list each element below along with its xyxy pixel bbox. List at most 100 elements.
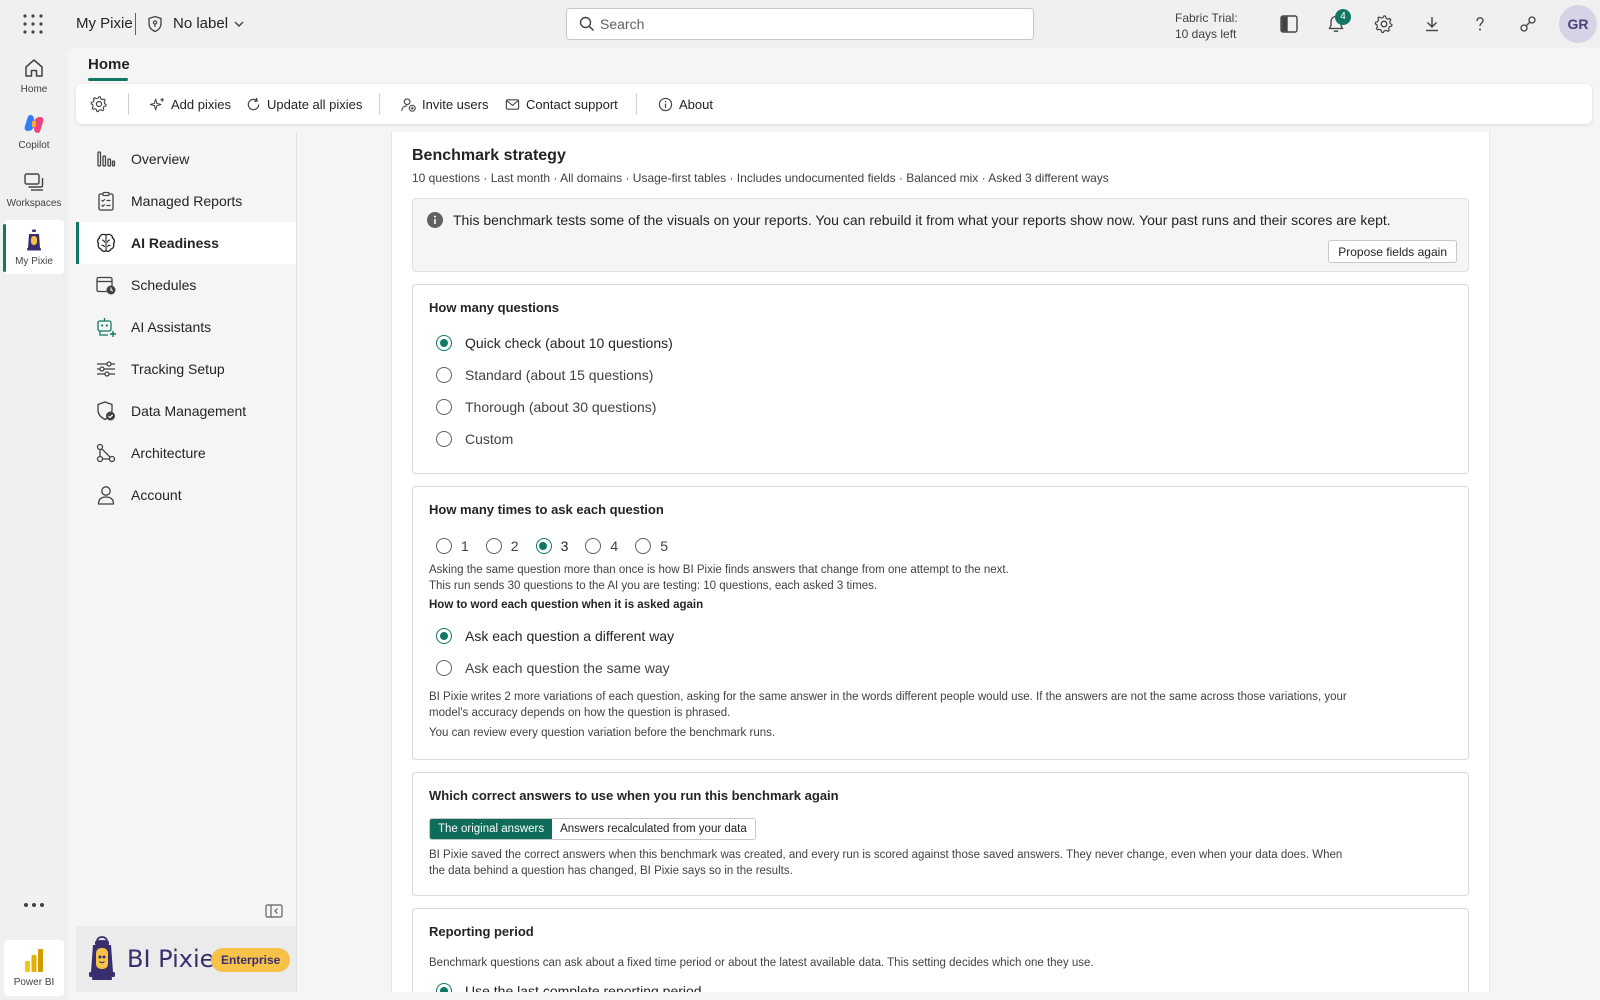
radio-button[interactable] xyxy=(436,538,452,554)
segment-recalculated-answers[interactable]: Answers recalculated from your data xyxy=(552,819,755,839)
nav-item-ai-readiness[interactable]: AI Readiness xyxy=(76,222,296,264)
segment-original-answers[interactable]: The original answers xyxy=(430,819,553,839)
rail-item-my-pixie[interactable]: My Pixie xyxy=(0,228,68,267)
question-count-card: How many questions Quick check (about 10… xyxy=(412,284,1469,474)
nav-item-data-management[interactable]: Data Management xyxy=(76,390,296,432)
power-bi-icon xyxy=(25,949,43,972)
rail-item-my-pixie-label: My Pixie xyxy=(15,256,53,267)
radio-repeat-1[interactable]: 1 xyxy=(436,538,469,554)
radio-label: Use the last complete reporting period xyxy=(465,983,702,992)
sensitivity-label[interactable]: No label xyxy=(173,15,228,32)
radio-thorough[interactable]: Thorough (about 30 questions) xyxy=(436,399,656,415)
about-button[interactable]: About xyxy=(658,84,713,124)
answers-help-text-1: BI Pixie saved the correct answers when … xyxy=(429,849,1343,861)
radio-different-way[interactable]: Ask each question a different way xyxy=(436,628,674,644)
shield-check-icon xyxy=(94,399,118,423)
power-bi-switcher[interactable]: Power BI xyxy=(4,940,64,996)
radio-repeat-2[interactable]: 2 xyxy=(485,538,519,554)
radio-button[interactable] xyxy=(585,538,602,554)
info-message-text: This benchmark tests some of the visuals… xyxy=(453,212,1391,228)
nav-item-label: Data Management xyxy=(131,403,247,419)
nav-item-architecture[interactable]: Architecture xyxy=(76,432,296,474)
toolbar-settings-button[interactable] xyxy=(90,84,114,124)
rail-item-workspaces[interactable]: Workspaces xyxy=(0,170,68,209)
invite-users-label: Invite users xyxy=(422,96,489,112)
collapse-nav-icon[interactable] xyxy=(265,904,283,918)
nav-item-label: Schedules xyxy=(131,277,197,293)
download-icon[interactable] xyxy=(1420,12,1444,36)
sliders-icon xyxy=(94,357,118,381)
more-apps-icon[interactable] xyxy=(22,900,46,910)
reporting-period-title: Reporting period xyxy=(429,924,534,939)
radio-button-selected[interactable] xyxy=(436,983,452,992)
reporting-period-help-text: Benchmark questions can ask about a fixe… xyxy=(429,957,1094,969)
radio-button-selected[interactable] xyxy=(535,538,552,554)
radio-button[interactable] xyxy=(436,367,452,383)
invite-users-button[interactable]: Invite users xyxy=(401,84,488,124)
radio-same-way[interactable]: Ask each question the same way xyxy=(436,660,670,676)
search-box[interactable] xyxy=(566,8,1034,40)
nav-item-managed-reports[interactable]: Managed Reports xyxy=(76,180,296,222)
refresh-icon xyxy=(247,97,260,110)
repeat-help-text-2: This run sends 30 questions to the AI yo… xyxy=(429,580,878,592)
about-label: About xyxy=(679,96,713,112)
tab-home[interactable]: Home xyxy=(88,56,130,73)
add-pixies-button[interactable]: Add pixies xyxy=(150,84,231,124)
radio-repeat-3[interactable]: 3 xyxy=(535,538,568,554)
radio-repeat-4[interactable]: 4 xyxy=(585,538,618,554)
nav-item-overview[interactable]: Overview xyxy=(76,138,296,180)
propose-fields-again-button[interactable]: Propose fields again xyxy=(1328,240,1457,263)
person-icon xyxy=(94,483,118,507)
radio-repeat-5[interactable]: 5 xyxy=(635,538,668,554)
nav-item-schedules[interactable]: Schedules xyxy=(76,264,296,306)
radio-button[interactable] xyxy=(635,538,652,554)
nav-item-label: Tracking Setup xyxy=(131,361,225,377)
brand-footer: BI Pixie Enterprise xyxy=(76,926,296,992)
nav-item-tracking-setup[interactable]: Tracking Setup xyxy=(76,348,296,390)
radio-custom[interactable]: Custom xyxy=(436,431,513,447)
gear-icon xyxy=(90,96,107,113)
nav-item-label: Overview xyxy=(131,151,190,167)
toolbar-divider xyxy=(128,93,129,115)
info-message: This benchmark tests some of the visuals… xyxy=(412,198,1469,272)
radio-standard[interactable]: Standard (about 15 questions) xyxy=(436,367,653,383)
lantern-icon xyxy=(27,229,41,251)
repeat-help-text-1: Asking the same question more than once … xyxy=(429,564,1009,576)
contact-support-button[interactable]: Contact support xyxy=(505,84,618,124)
share-feedback-icon[interactable] xyxy=(1516,12,1540,36)
radio-quick-check[interactable]: Quick check (about 10 questions) xyxy=(436,335,673,351)
radio-button-selected[interactable] xyxy=(436,628,452,644)
calendar-clock-icon xyxy=(94,273,118,297)
power-bi-label: Power BI xyxy=(13,977,55,988)
radio-label: Thorough (about 30 questions) xyxy=(465,399,657,415)
wording-help-text-2: model's accuracy depends on how the ques… xyxy=(429,707,731,719)
clipboard-checklist-icon xyxy=(94,189,118,213)
radio-button-selected[interactable] xyxy=(436,335,452,351)
app-launcher-icon[interactable] xyxy=(22,13,44,35)
radio-button[interactable] xyxy=(436,399,452,415)
search-input[interactable] xyxy=(600,14,1020,34)
panel-toggle-icon[interactable] xyxy=(1277,12,1301,36)
nav-item-label: AI Assistants xyxy=(131,319,212,335)
update-all-pixies-button[interactable]: Update all pixies xyxy=(246,84,362,124)
radio-label: 4 xyxy=(610,538,619,554)
trial-status[interactable]: Fabric Trial: 10 days left xyxy=(1175,10,1238,42)
chevron-down-icon[interactable] xyxy=(233,19,245,29)
rail-item-home[interactable]: Home xyxy=(0,56,68,95)
command-toolbar: Add pixies Update all pixies Invite user… xyxy=(76,84,1592,124)
radio-label: Ask each question a different way xyxy=(465,628,675,644)
repeat-count-card: How many times to ask each question 1 2 … xyxy=(412,486,1469,760)
radio-button[interactable] xyxy=(436,431,452,447)
settings-gear-icon[interactable] xyxy=(1372,12,1396,36)
workspaces-icon xyxy=(24,173,44,191)
nav-item-account[interactable]: Account xyxy=(76,474,296,516)
breadcrumb-app-name[interactable]: My Pixie xyxy=(76,15,133,32)
radio-last-complete-period[interactable]: Use the last complete reporting period xyxy=(436,983,702,992)
help-icon[interactable] xyxy=(1468,12,1492,36)
radio-button[interactable] xyxy=(485,538,502,554)
radio-button[interactable] xyxy=(436,660,452,676)
bot-icon xyxy=(94,315,118,339)
user-avatar[interactable]: GR xyxy=(1559,5,1597,43)
rail-item-copilot[interactable]: Copilot xyxy=(0,112,68,151)
nav-item-ai-assistants[interactable]: AI Assistants xyxy=(76,306,296,348)
